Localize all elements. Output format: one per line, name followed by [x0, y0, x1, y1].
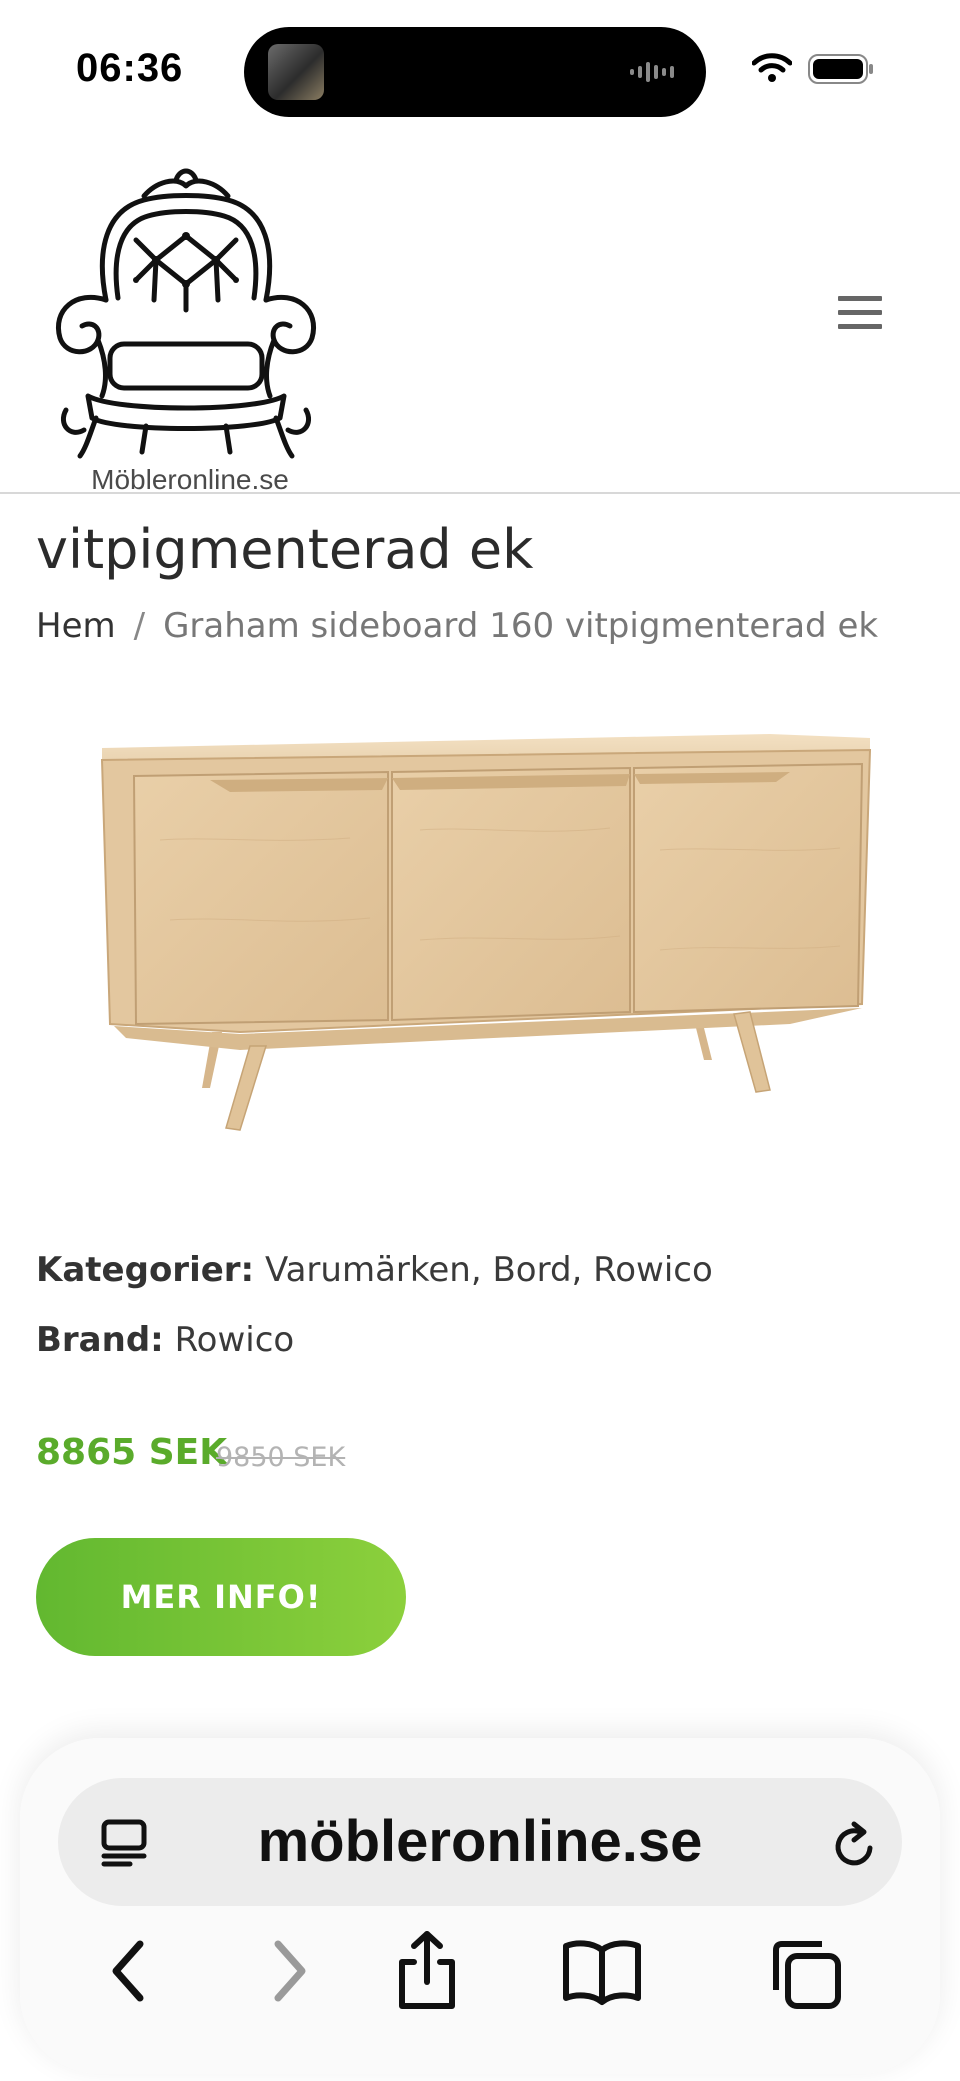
- status-time: 06:36: [76, 46, 184, 90]
- categories-links[interactable]: Varumärken, Bord, Rowico: [265, 1250, 713, 1290]
- product-brand: Brand: Rowico: [36, 1320, 294, 1360]
- browser-toolbar: möbleronline.se: [20, 1738, 940, 2074]
- site-header: Möbleronline.se: [0, 140, 960, 495]
- categories-label: Kategorier:: [36, 1250, 255, 1290]
- bookmarks-icon[interactable]: [560, 1936, 644, 2006]
- breadcrumb-home-link[interactable]: Hem: [36, 606, 116, 646]
- wifi-icon: [752, 53, 792, 82]
- island-thumbnail: [268, 44, 324, 100]
- audio-waveform-icon: [630, 62, 674, 82]
- breadcrumb-current: Graham sideboard 160 vitpigmenterad ek: [163, 606, 879, 646]
- dynamic-island[interactable]: [244, 27, 706, 117]
- hamburger-menu-icon[interactable]: [838, 296, 882, 332]
- price-current: 8865 SEK: [36, 1432, 228, 1473]
- brand-link[interactable]: Rowico: [175, 1320, 295, 1360]
- status-bar: 06:36: [0, 0, 960, 140]
- breadcrumb: Hem / Graham sideboard 160 vitpigmenterad …: [36, 606, 878, 646]
- site-logo[interactable]: Möbleronline.se: [36, 160, 336, 495]
- address-text[interactable]: möbleronline.se: [58, 1808, 902, 1875]
- back-icon[interactable]: [100, 1936, 160, 2006]
- address-bar[interactable]: möbleronline.se: [58, 1778, 902, 1906]
- breadcrumb-separator: /: [133, 606, 146, 646]
- share-icon[interactable]: [392, 1928, 462, 2012]
- tabs-icon[interactable]: [768, 1936, 844, 2012]
- more-info-button[interactable]: MER INFO!: [36, 1538, 406, 1656]
- product-image[interactable]: [90, 720, 880, 1140]
- logo-text: Möbleronline.se: [91, 464, 289, 495]
- forward-icon[interactable]: [258, 1936, 318, 2006]
- product-categories: Kategorier: Varumärken, Bord, Rowico: [36, 1250, 713, 1290]
- battery-icon: [808, 54, 873, 84]
- brand-label: Brand:: [36, 1320, 164, 1360]
- page-title: vitpigmenterad ek: [36, 518, 534, 581]
- reload-icon[interactable]: [830, 1820, 878, 1870]
- price-old: 9850 SEK: [216, 1442, 346, 1473]
- armchair-logo: [56, 168, 316, 459]
